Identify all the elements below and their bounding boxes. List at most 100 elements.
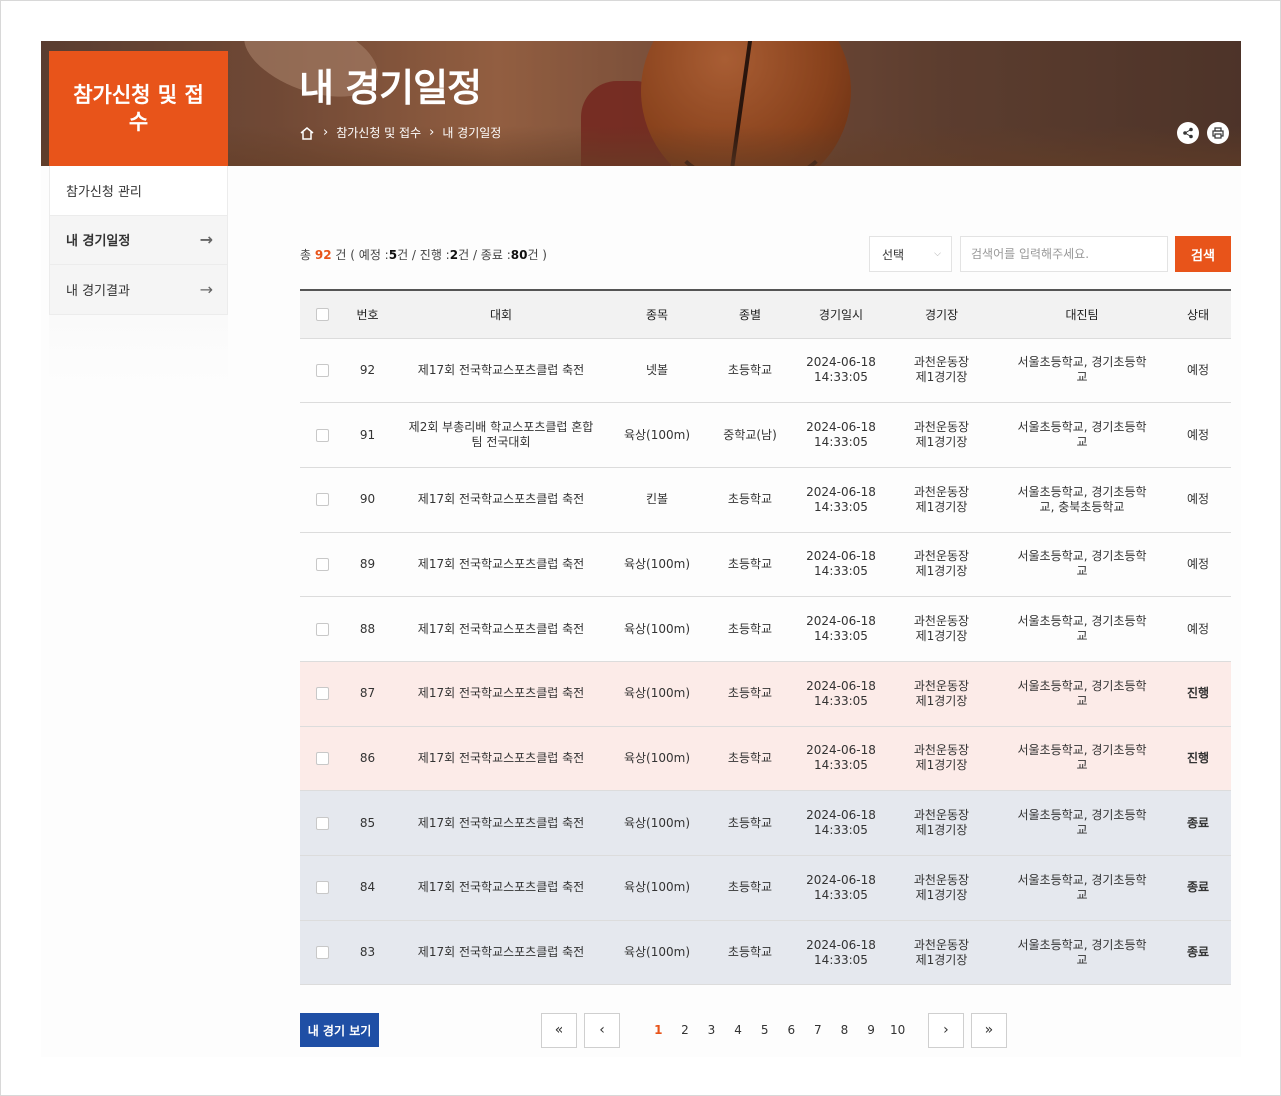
row-division: 초등학교 xyxy=(702,532,798,598)
row-event[interactable]: 제17회 전국학교스포츠클럽 축전 xyxy=(390,790,612,856)
table-row[interactable]: 90 제17회 전국학교스포츠클럽 축전 킨볼 초등학교 2024-06-18 14:33… xyxy=(300,467,1231,533)
col-header-venue: 경기장 xyxy=(884,290,999,339)
table-row[interactable]: 89 제17회 전국학교스포츠클럽 축전 육상(100m) 초등학교 2024-06-1… xyxy=(300,532,1231,598)
row-status: 예정 xyxy=(1165,596,1231,662)
row-checkbox[interactable] xyxy=(316,881,329,895)
row-time: 14:33:05 xyxy=(814,564,868,579)
row-number: 92 xyxy=(345,338,390,404)
sidebar-item-my-results[interactable]: 내 경기결과 → xyxy=(50,265,227,315)
sidebar-item-apply-manage[interactable]: 참가신청 관리 xyxy=(50,166,227,216)
table-row[interactable]: 83 제17회 전국학교스포츠클럽 축전 육상(100m) 초등학교 2024-06-1… xyxy=(300,920,1231,986)
search-input[interactable] xyxy=(960,236,1168,272)
row-checkbox[interactable] xyxy=(316,428,329,442)
page-number-8[interactable]: 8 xyxy=(831,1023,858,1037)
row-event[interactable]: 제17회 전국학교스포츠클럽 축전 xyxy=(390,920,612,986)
row-date: 2024-06-18 xyxy=(806,937,876,952)
row-time: 14:33:05 xyxy=(814,693,868,708)
first-page-button[interactable]: « xyxy=(541,1012,577,1048)
row-venue: 과천운동장 제1경기장 xyxy=(884,338,999,404)
row-datetime: 2024-06-18 14:33:05 xyxy=(798,596,884,662)
col-header-division: 종별 xyxy=(702,290,798,339)
page-number-10[interactable]: 10 xyxy=(884,1023,911,1037)
row-venue-field: 제1경기장 xyxy=(915,370,968,385)
row-sport: 육상(100m) xyxy=(612,726,702,792)
row-venue: 과천운동장 제1경기장 xyxy=(884,920,999,986)
row-venue-name: 과천운동장 xyxy=(913,355,970,370)
table-row[interactable]: 84 제17회 전국학교스포츠클럽 축전 육상(100m) 초등학교 2024-06-1… xyxy=(300,855,1231,921)
table-row[interactable]: 86 제17회 전국학교스포츠클럽 축전 육상(100m) 초등학교 2024-06-1… xyxy=(300,726,1231,792)
row-time: 14:33:05 xyxy=(814,952,868,967)
row-sport: 육상(100m) xyxy=(612,790,702,856)
summary-prefix: 총 xyxy=(300,248,312,262)
row-datetime: 2024-06-18 14:33:05 xyxy=(798,661,884,727)
row-event[interactable]: 제2회 부총리배 학교스포츠클럽 혼합팀 전국대회 xyxy=(390,402,612,468)
row-event[interactable]: 제17회 전국학교스포츠클럽 축전 xyxy=(390,467,612,533)
row-division: 초등학교 xyxy=(702,920,798,986)
home-icon[interactable] xyxy=(299,126,315,140)
table-body: 92 제17회 전국학교스포츠클럽 축전 넷볼 초등학교 2024-06-18 14:33… xyxy=(300,338,1231,986)
page-frame: 내 경기일정 › 참가신청 및 접수 › 내 경기일정 참가신청 및 접수 참가… xyxy=(0,0,1281,1096)
row-status: 진행 xyxy=(1165,661,1231,727)
row-venue-name: 과천운동장 xyxy=(913,808,970,823)
row-event[interactable]: 제17회 전국학교스포츠클럽 축전 xyxy=(390,338,612,404)
page-number-9[interactable]: 9 xyxy=(858,1023,885,1037)
prev-page-button[interactable]: ‹ xyxy=(584,1012,620,1048)
row-checkbox[interactable] xyxy=(316,493,329,507)
schedule-table: 번호 대회 종목 종별 경기일시 경기장 대진팀 상태 92 제17회 전국학교스… xyxy=(300,289,1231,986)
page-number-5[interactable]: 5 xyxy=(751,1023,778,1037)
row-date: 2024-06-18 xyxy=(806,743,876,758)
row-checkbox[interactable] xyxy=(316,751,329,765)
table-row[interactable]: 88 제17회 전국학교스포츠클럽 축전 육상(100m) 초등학교 2024-06-1… xyxy=(300,596,1231,662)
search-button[interactable]: 검색 xyxy=(1175,236,1231,272)
my-games-button[interactable]: 내 경기 보기 xyxy=(300,1013,379,1047)
row-checkbox[interactable] xyxy=(316,363,329,377)
select-value: 선택 xyxy=(882,247,905,262)
sidebar-item-label: 내 경기결과 xyxy=(66,283,130,299)
row-checkbox[interactable] xyxy=(316,946,329,960)
select-all-checkbox[interactable] xyxy=(316,308,329,322)
row-time: 14:33:05 xyxy=(814,370,868,385)
page-number-4[interactable]: 4 xyxy=(725,1023,752,1037)
breadcrumb-item-current[interactable]: 내 경기일정 xyxy=(442,124,501,141)
row-teams: 서울초등학교, 경기초등학교 xyxy=(999,855,1165,921)
next-page-button[interactable]: › xyxy=(927,1012,964,1048)
row-time: 14:33:05 xyxy=(814,758,868,773)
pagination: « ‹ 1 2 3 4 5 6 7 8 9 10 › » xyxy=(541,1012,1007,1048)
row-checkbox[interactable] xyxy=(316,816,329,830)
last-page-button[interactable]: » xyxy=(970,1012,1007,1048)
print-button[interactable] xyxy=(1207,122,1229,144)
row-event[interactable]: 제17회 전국학교스포츠클럽 축전 xyxy=(390,855,612,921)
row-event[interactable]: 제17회 전국학교스포츠클럽 축전 xyxy=(390,596,612,662)
row-datetime: 2024-06-18 14:33:05 xyxy=(798,532,884,598)
row-datetime: 2024-06-18 14:33:05 xyxy=(798,855,884,921)
breadcrumb-item-apply[interactable]: 참가신청 및 접수 xyxy=(336,124,421,141)
row-teams: 서울초등학교, 경기초등학교 xyxy=(999,338,1165,404)
page-number-1[interactable]: 1 xyxy=(645,1023,672,1037)
row-checkbox[interactable] xyxy=(316,622,329,636)
table-row[interactable]: 91 제2회 부총리배 학교스포츠클럽 혼합팀 전국대회 육상(100m) 중학교(남… xyxy=(300,402,1231,468)
row-venue-field: 제1경기장 xyxy=(915,693,968,708)
row-event[interactable]: 제17회 전국학교스포츠클럽 축전 xyxy=(390,661,612,727)
row-sport: 육상(100m) xyxy=(612,920,702,986)
row-datetime: 2024-06-18 14:33:05 xyxy=(798,790,884,856)
share-button[interactable] xyxy=(1177,122,1199,144)
page-number-6[interactable]: 6 xyxy=(778,1023,805,1037)
table-row[interactable]: 92 제17회 전국학교스포츠클럽 축전 넷볼 초등학교 2024-06-18 14:33… xyxy=(300,338,1231,404)
row-event[interactable]: 제17회 전국학교스포츠클럽 축전 xyxy=(390,532,612,598)
row-venue-name: 과천운동장 xyxy=(913,743,970,758)
row-venue: 과천운동장 제1경기장 xyxy=(884,467,999,533)
double-chevron-left-icon: « xyxy=(554,1022,564,1038)
row-event[interactable]: 제17회 전국학교스포츠클럽 축전 xyxy=(390,726,612,792)
table-row[interactable]: 87 제17회 전국학교스포츠클럽 축전 육상(100m) 초등학교 2024-06-1… xyxy=(300,661,1231,727)
row-checkbox[interactable] xyxy=(316,557,329,571)
row-venue-name: 과천운동장 xyxy=(913,484,970,499)
row-sport: 넷볼 xyxy=(612,338,702,404)
row-venue-field: 제1경기장 xyxy=(915,629,968,644)
page-number-3[interactable]: 3 xyxy=(698,1023,725,1037)
row-checkbox[interactable] xyxy=(316,687,329,701)
page-number-7[interactable]: 7 xyxy=(805,1023,832,1037)
page-number-2[interactable]: 2 xyxy=(672,1023,699,1037)
search-category-select[interactable]: 선택 ⌵ xyxy=(869,236,952,272)
sidebar-item-my-schedule[interactable]: 내 경기일정 → xyxy=(50,215,227,265)
table-row[interactable]: 85 제17회 전국학교스포츠클럽 축전 육상(100m) 초등학교 2024-06-1… xyxy=(300,790,1231,856)
